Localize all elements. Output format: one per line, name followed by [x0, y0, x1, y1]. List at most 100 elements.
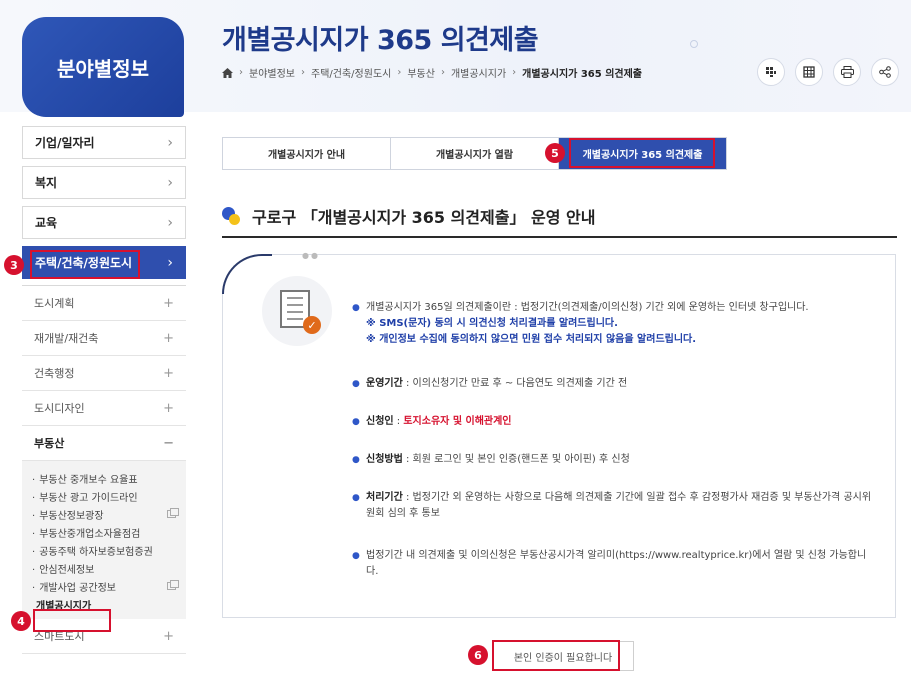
- breadcrumb-item[interactable]: 개별공시지가: [451, 65, 506, 80]
- breadcrumb-separator: ›: [239, 67, 243, 78]
- third-item[interactable]: · 부동산정보광장: [32, 505, 179, 523]
- submenu-item-urban-design[interactable]: 도시디자인 +: [22, 391, 186, 426]
- submenu-item-building-admin[interactable]: 건축행정 +: [22, 356, 186, 391]
- share-button[interactable]: [871, 58, 899, 86]
- print-button[interactable]: [833, 58, 861, 86]
- check-icon: ✓: [303, 316, 321, 334]
- bullet-dot: ·: [32, 564, 36, 576]
- bullet-method: ● 신청방법 : 회원 로그인 및 본인 인증(핸드폰 및 아이핀) 후 신청: [352, 452, 630, 468]
- minus-icon: −: [163, 435, 174, 451]
- third-item-label: 부동산 중개보수 요율표: [39, 474, 138, 486]
- breadcrumb-separator: ›: [440, 67, 445, 78]
- callout-box: [33, 609, 111, 632]
- new-window-icon: [167, 580, 179, 590]
- utility-buttons: [757, 58, 899, 86]
- bullet-dot: ●: [352, 303, 360, 313]
- third-item[interactable]: · 부동산중개업소자율점검: [32, 523, 176, 541]
- bullet-note-sms: ※ SMS(문자) 동의 시 의견신청 처리결과를 알려드립니다.: [366, 318, 618, 329]
- bullet-text: : 이의신청기간 만료 후 ~ 다음연도 의견제출 기간 전: [402, 378, 628, 389]
- submenu-label: 건축행정: [34, 367, 75, 380]
- submenu-item-redevelopment[interactable]: 재개발/재건축 +: [22, 321, 186, 356]
- third-level-list: · 부동산 중개보수 요율표 · 부동산 광고 가이드라인 · 부동산정보광장 · 부동…: [22, 461, 186, 619]
- sidebar-item-welfare[interactable]: 복지 ›: [22, 166, 186, 199]
- chevron-right-icon: ›: [167, 174, 173, 191]
- bullet-dot: ●: [352, 417, 360, 427]
- chevron-right-icon: ›: [167, 254, 173, 271]
- sidebar-title: 분야별정보: [22, 17, 184, 117]
- section-title-text: 구로구 「개별공시지가 365 의견제출」 운영 안내: [252, 208, 596, 227]
- breadcrumb-separator: ›: [512, 67, 517, 78]
- sidebar-item-education[interactable]: 교육 ›: [22, 206, 186, 239]
- plus-icon: +: [163, 295, 174, 311]
- decor-circle: [690, 40, 698, 48]
- bullet-separator: :: [393, 416, 404, 427]
- new-window-icon: [167, 508, 179, 518]
- bullet-text: 법정기간 내 의견제출 및 이의신청은 부동산공시가격 알리미(https://…: [366, 550, 867, 577]
- breadcrumb-separator: ›: [397, 67, 402, 78]
- share-icon: [879, 66, 891, 78]
- third-item[interactable]: · 개발사업 공간정보: [32, 577, 179, 595]
- bullet-dot: ·: [32, 474, 36, 486]
- bullet-dot: ·: [32, 546, 36, 558]
- plus-icon: +: [163, 628, 174, 644]
- bullet-dot: ·: [32, 492, 36, 504]
- breadcrumb-item[interactable]: 부동산: [407, 65, 435, 80]
- decor-dots: ●●: [302, 251, 320, 260]
- bullet-statutory: ● 법정기간 내 의견제출 및 이의신청은 부동산공시가격 알리미(https:…: [352, 548, 876, 580]
- bullet-label: 신청인: [366, 416, 394, 427]
- breadcrumb-item[interactable]: 분야별정보: [249, 65, 295, 80]
- bullet-label: 처리기간: [366, 492, 403, 503]
- bullet-dot: ·: [32, 582, 36, 594]
- sidebar-item-jobs[interactable]: 기업/일자리 ›: [22, 126, 186, 159]
- section-title: 구로구 「개별공시지가 365 의견제출」 운영 안내: [222, 204, 596, 228]
- sidebar-item-label: 복지: [35, 176, 58, 190]
- bullet-label: 신청방법: [366, 454, 403, 465]
- third-item[interactable]: · 부동산 광고 가이드라인: [32, 487, 176, 505]
- third-item-label: 공동주택 하자보증보험증권: [39, 546, 153, 558]
- submenu-label: 부동산: [34, 437, 65, 450]
- breadcrumb-item[interactable]: 주택/건축/정원도시: [311, 65, 391, 80]
- third-item-label: 부동산중개업소자율점검: [39, 528, 141, 540]
- callout-box: [569, 138, 715, 168]
- bullet-text: 개별공시지가 365일 의견제출이란 : 법정기간(의견제출/이의신청) 기간 …: [366, 302, 809, 313]
- third-item[interactable]: · 안심전세정보: [32, 559, 176, 577]
- callout-box: [30, 250, 140, 279]
- bullet-dot: ·: [32, 528, 36, 540]
- grid-icon: [803, 66, 815, 78]
- print-icon: [840, 66, 854, 78]
- bullet-applicant: ● 신청인 : 토지소유자 및 이해관계인: [352, 414, 512, 430]
- callout-number: 3: [4, 255, 24, 275]
- breadcrumb: › 분야별정보 › 주택/건축/정원도시 › 부동산 › 개별공시지가 › 개별…: [222, 65, 642, 80]
- tab-guide[interactable]: 개별공시지가 안내: [223, 138, 391, 169]
- bullet-period: ● 운영기간 : 이의신청기간 만료 후 ~ 다음연도 의견제출 기간 전: [352, 376, 627, 392]
- callout-number: 4: [11, 611, 31, 631]
- title-divider: [222, 236, 897, 238]
- callout-number: 6: [468, 645, 488, 665]
- third-item[interactable]: · 공동주택 하자보증보험증권: [32, 541, 176, 559]
- bullet-dot: ●: [352, 493, 360, 503]
- sitemap-button[interactable]: [757, 58, 785, 86]
- bullet-dot: ●: [352, 551, 360, 561]
- chevron-right-icon: ›: [167, 214, 173, 231]
- sidebar-item-label: 교육: [35, 216, 58, 230]
- bullet-processing: ● 처리기간 : 법정기간 외 운영하는 사항으로 다음해 의견제출 기간에 일…: [352, 490, 876, 522]
- bullet-text: : 법정기간 외 운영하는 사항으로 다음해 의견제출 기간에 일괄 접수 후 …: [366, 492, 872, 519]
- bullet-text: : 회원 로그인 및 본인 인증(핸드폰 및 아이핀) 후 신청: [402, 454, 630, 465]
- submenu-item-real-estate[interactable]: 부동산 −: [22, 426, 186, 461]
- breadcrumb-separator: ›: [301, 67, 305, 78]
- plus-icon: +: [163, 330, 174, 346]
- tab-view[interactable]: 개별공시지가 열람: [391, 138, 559, 169]
- info-box-corner-accent: [222, 254, 272, 294]
- grid-button[interactable]: [795, 58, 823, 86]
- sidebar-item-label: 기업/일자리: [35, 136, 95, 150]
- third-item[interactable]: · 부동산 중개보수 요율표: [32, 469, 176, 487]
- submenu-label: 도시디자인: [34, 402, 85, 415]
- breadcrumb-current: 개별공시지가 365 의견제출: [522, 69, 642, 80]
- third-item-label: 부동산 광고 가이드라인: [39, 492, 138, 504]
- bullet-label: 운영기간: [366, 378, 403, 389]
- home-icon[interactable]: [222, 67, 233, 78]
- plus-icon: +: [163, 365, 174, 381]
- callout-box: [492, 640, 620, 671]
- submenu-item-urban-planning[interactable]: 도시계획 +: [22, 286, 186, 321]
- bullet-definition: ● 개별공시지가 365일 의견제출이란 : 법정기간(의견제출/이의신청) 기…: [352, 300, 809, 348]
